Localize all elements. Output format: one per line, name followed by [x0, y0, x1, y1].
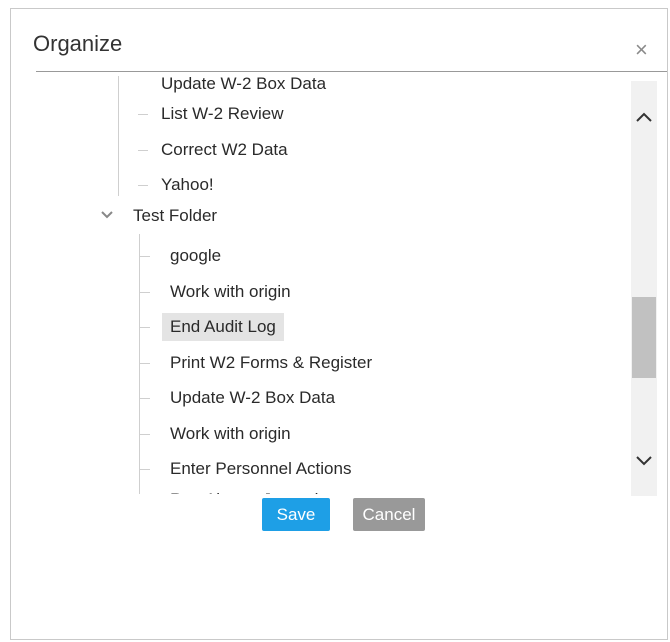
tree-item[interactable]: Work with origin	[162, 278, 299, 306]
chevron-down-icon[interactable]	[99, 207, 115, 223]
close-icon[interactable]: ×	[635, 39, 648, 61]
tree-branch	[138, 150, 148, 151]
tree-branch	[140, 256, 150, 257]
tree-item[interactable]: List W-2 Review	[153, 100, 292, 128]
tree-item[interactable]: Update W-2 Box Data	[153, 76, 334, 98]
tree-branch	[138, 114, 148, 115]
tree-item[interactable]: Print W2 Forms & Register	[162, 349, 380, 377]
title-divider	[36, 71, 667, 72]
dialog-title: Organize	[33, 31, 123, 56]
tree-item[interactable]: Run Absent Journal	[162, 486, 326, 494]
tree-branch	[140, 327, 150, 328]
organize-dialog: Organize × Update W-2 Box Data List W-2 …	[10, 8, 668, 640]
chevron-down-icon[interactable]	[631, 447, 657, 473]
tree-item[interactable]: Enter Personnel Actions	[162, 455, 359, 483]
tree-branch	[140, 398, 150, 399]
tree-branch	[138, 185, 148, 186]
tree-branch	[140, 363, 150, 364]
scroll-thumb[interactable]	[632, 297, 656, 378]
tree-item[interactable]: Yahoo!	[153, 171, 222, 199]
tree-branch	[140, 434, 150, 435]
tree-item-selected[interactable]: End Audit Log	[162, 313, 284, 341]
tree-item[interactable]: Correct W2 Data	[153, 136, 296, 164]
folder-label[interactable]: Test Folder	[125, 202, 225, 230]
cancel-button[interactable]: Cancel	[353, 498, 425, 531]
chevron-up-icon[interactable]	[631, 105, 657, 131]
tree-scrollbar[interactable]	[631, 81, 657, 496]
tree-branch	[140, 469, 150, 470]
tree-connector	[139, 234, 140, 494]
organize-tree: Update W-2 Box Data List W-2 Review Corr…	[33, 76, 630, 494]
tree-item[interactable]: Update W-2 Box Data	[162, 384, 343, 412]
save-button[interactable]: Save	[262, 498, 330, 531]
tree-branch	[140, 292, 150, 293]
tree-item[interactable]: google	[162, 242, 229, 270]
tree-item[interactable]: Work with origin	[162, 420, 299, 448]
tree-connector	[118, 76, 119, 196]
